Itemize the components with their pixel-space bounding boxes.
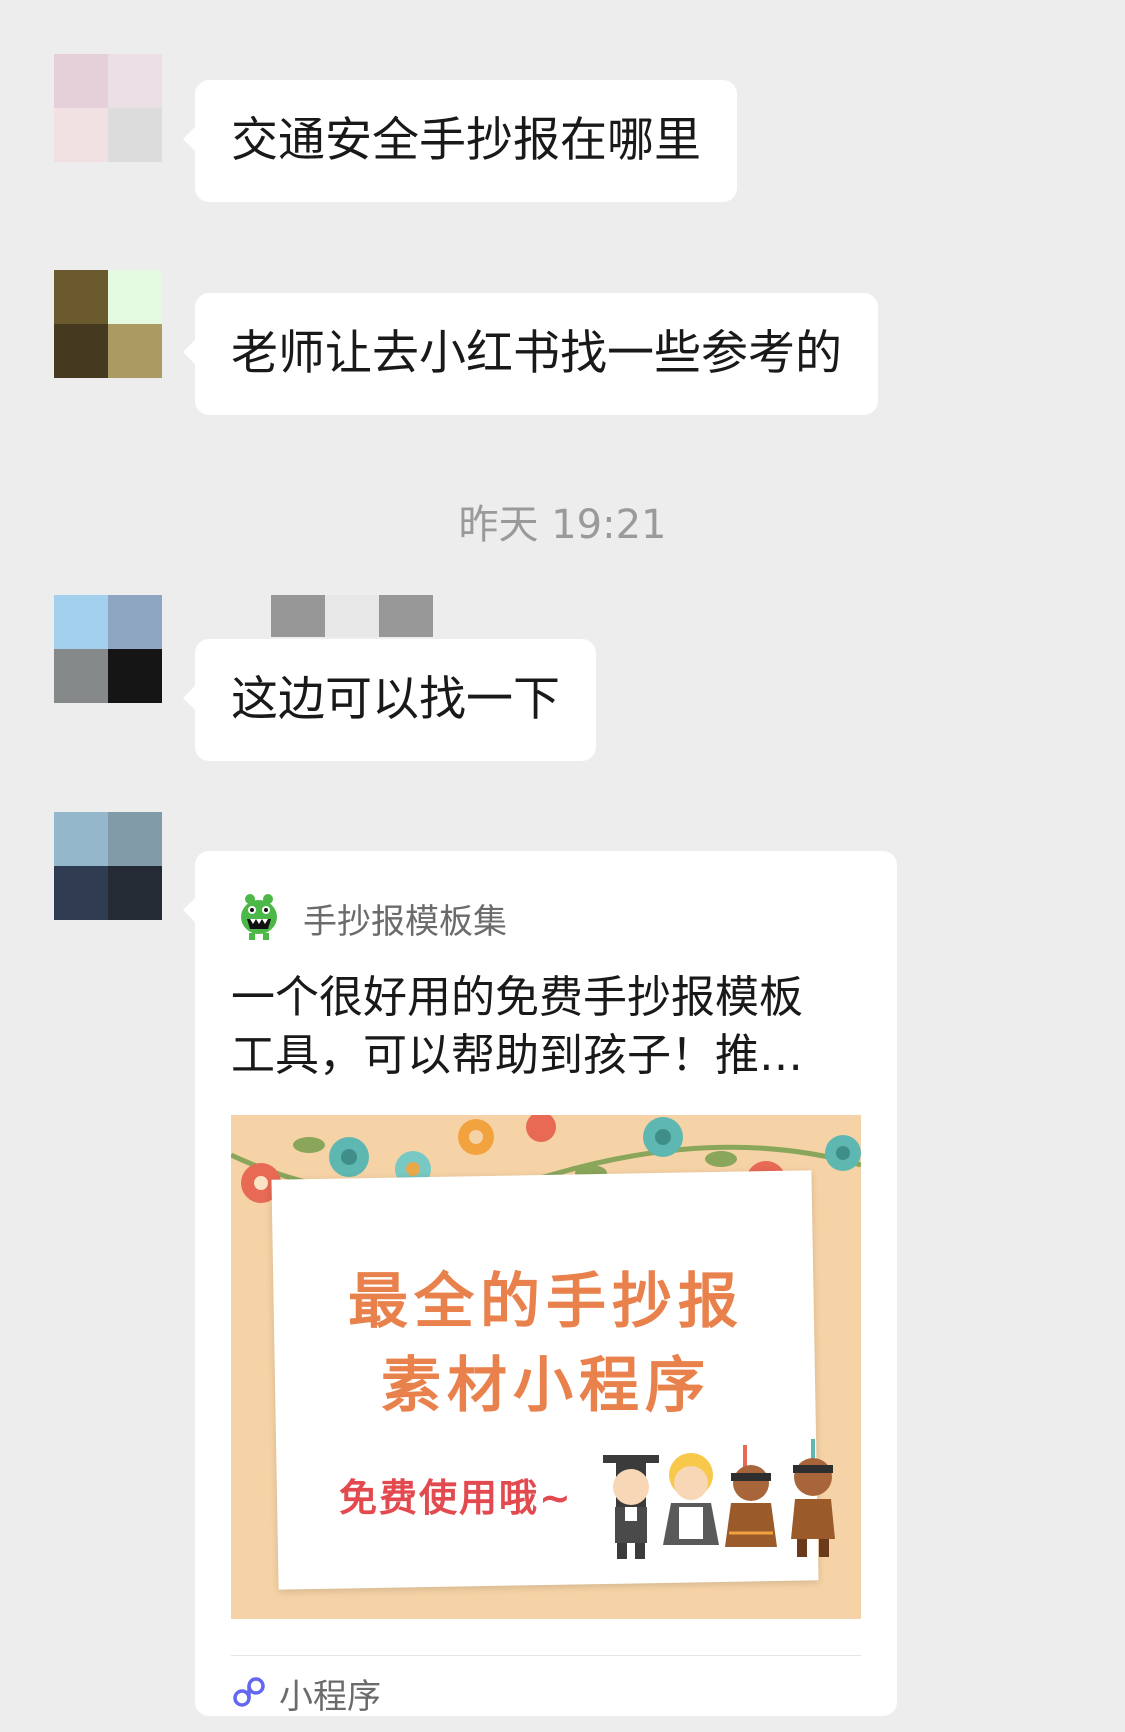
card-footer: 小程序 [231,1669,381,1718]
avatar[interactable] [54,812,162,920]
message-text: 老师让去小红书找一些参考的 [231,326,842,381]
card-cover-image: 最全的手抄报 素材小程序 免费使用哦~ [231,1115,861,1619]
avatar[interactable] [54,54,162,162]
timestamp: 昨天 19:21 [458,502,667,548]
poster-subtitle: 免费使用哦~ [339,1476,573,1520]
poster-title-line: 素材小程序 [381,1351,711,1421]
mini-program-icon [231,1674,267,1714]
message-bubble[interactable]: 交通安全手抄报在哪里 [183,80,737,202]
poster-title-line: 最全的手抄报 [348,1267,744,1337]
mini-program-name: 手抄报模板集 [303,901,507,942]
card-header: 手抄报模板集 [235,891,507,945]
message-bubble[interactable]: 老师让去小红书找一些参考的 [183,293,878,415]
avatar[interactable] [54,270,162,378]
green-monster-icon [235,891,283,945]
avatar[interactable] [54,595,162,703]
card-title: 一个很好用的免费手抄报模板 工具，可以帮助到孩子！推… [231,972,803,1081]
message-text: 这边可以找一下 [231,672,560,727]
sender-nickname [271,595,433,637]
message-text: 交通安全手抄报在哪里 [231,113,701,168]
mini-program-card[interactable]: 手抄报模板集 一个很好用的免费手抄报模板 工具，可以帮助到孩子！推… 最全的手抄… [183,851,897,1718]
mini-program-label: 小程序 [279,1677,381,1717]
card-divider [231,1655,861,1656]
message-bubble[interactable]: 这边可以找一下 [183,639,596,761]
